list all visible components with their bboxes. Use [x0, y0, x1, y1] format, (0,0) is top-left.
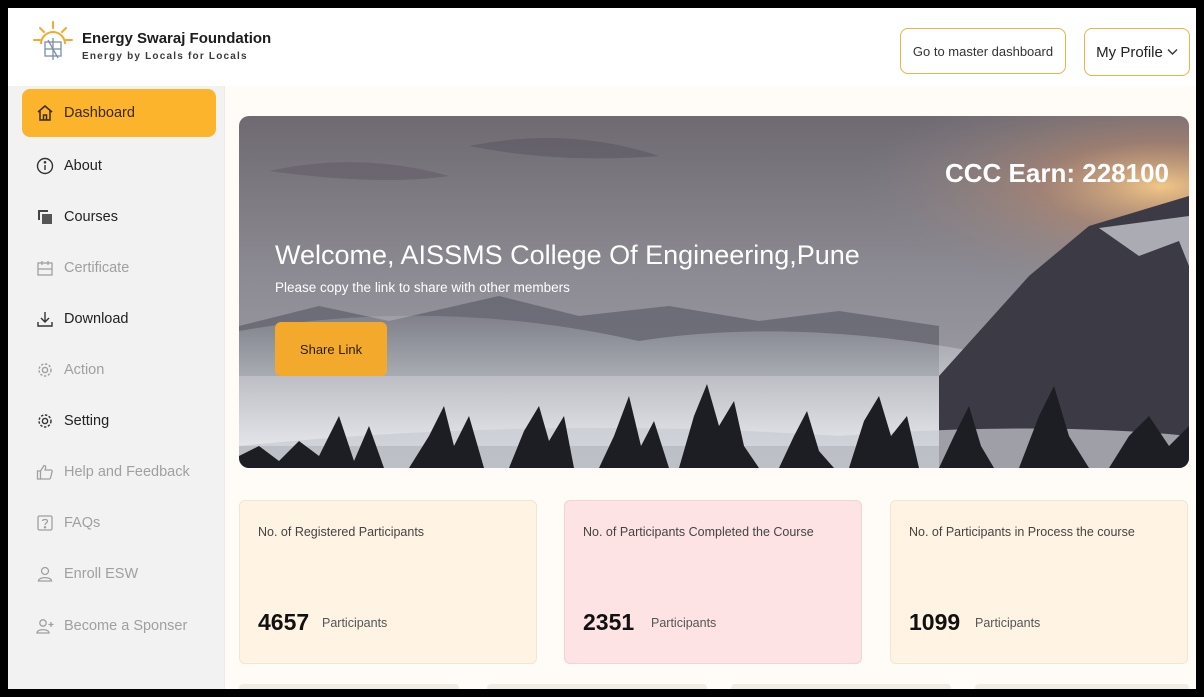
sidebar: Dashboard About Courses Certificate Down… [8, 86, 224, 689]
stat-title: No. of Participants in Process the cours… [909, 525, 1135, 539]
welcome-heading: Welcome, AISSMS College Of Engineering,P… [275, 240, 860, 270]
brand-tagline: Energy by Locals for Locals [82, 51, 248, 62]
sidebar-item-enroll-esw[interactable]: Enroll ESW [22, 550, 216, 598]
sidebar-item-about[interactable]: About [22, 142, 216, 190]
download-icon [36, 310, 54, 328]
sidebar-item-become-sponsor[interactable]: Become a Sponser [22, 602, 216, 650]
gear-icon [36, 361, 54, 379]
stat-unit: Participants [322, 616, 388, 630]
sidebar-item-label: Courses [64, 209, 118, 225]
courses-icon [36, 208, 54, 226]
chevron-down-icon [1167, 49, 1178, 55]
gear-icon [36, 412, 54, 430]
sidebar-item-help-feedback[interactable]: Help and Feedback [22, 448, 216, 496]
sidebar-item-faqs[interactable]: FAQs [22, 499, 216, 547]
sidebar-item-label: About [64, 158, 102, 174]
sidebar-item-download[interactable]: Download [22, 295, 216, 343]
user-icon [36, 565, 54, 583]
sidebar-item-label: Become a Sponser [64, 618, 188, 634]
info-icon [36, 157, 54, 175]
sidebar-item-label: Certificate [64, 260, 130, 276]
welcome-banner: CCC Earn: 228100 Welcome, AISSMS College… [239, 116, 1189, 468]
sun-logo-icon [33, 21, 73, 60]
main-content: CCC Earn: 228100 Welcome, AISSMS College… [224, 86, 1196, 689]
stat-title: No. of Registered Participants [258, 525, 425, 539]
sidebar-item-courses[interactable]: Courses [22, 193, 216, 241]
my-profile-button[interactable]: My Profile [1084, 28, 1190, 76]
app-window: Energy Swaraj Foundation Energy by Local… [8, 8, 1196, 689]
sidebar-item-label: FAQs [64, 515, 101, 531]
sidebar-item-dashboard[interactable]: Dashboard [22, 89, 216, 137]
stat-card-registered: No. of Registered Participants 4657 Part… [239, 500, 537, 664]
stat-card-completed: No. of Participants Completed the Course… [564, 500, 862, 664]
share-link-label: Share Link [299, 341, 363, 357]
stat-value: 2351 [583, 609, 635, 635]
stat-unit: Participants [975, 616, 1041, 630]
sidebar-item-setting[interactable]: Setting [22, 397, 216, 445]
my-profile-label: My Profile [1096, 43, 1163, 61]
sidebar-item-label: Help and Feedback [64, 464, 190, 480]
master-dashboard-button[interactable]: Go to master dashboard [900, 28, 1066, 74]
stat-value: 4657 [258, 609, 310, 635]
sidebar-item-label: Dashboard [64, 105, 135, 121]
next-row-card [487, 684, 707, 689]
sidebar-item-label: Enroll ESW [64, 566, 139, 582]
top-bar: Energy Swaraj Foundation Energy by Local… [8, 8, 1196, 86]
home-icon [36, 104, 54, 122]
next-row-card [731, 684, 951, 689]
stat-card-in-process: No. of Participants in Process the cours… [890, 500, 1188, 664]
sidebar-item-action[interactable]: Action [22, 346, 216, 394]
stat-title: No. of Participants Completed the Course [583, 525, 814, 539]
sidebar-item-label: Action [64, 362, 105, 378]
add-user-icon [36, 617, 54, 635]
stat-unit: Participants [651, 616, 717, 630]
next-row-card [239, 684, 459, 689]
sidebar-item-certificate[interactable]: Certificate [22, 244, 216, 292]
question-icon [36, 514, 54, 532]
master-dashboard-label: Go to master dashboard [912, 43, 1054, 59]
share-link-button[interactable]: Share Link [275, 322, 387, 376]
sidebar-item-label: Setting [64, 413, 110, 429]
stat-value: 1099 [909, 609, 961, 635]
thumbs-up-icon [36, 463, 54, 481]
sidebar-item-label: Download [64, 311, 129, 327]
welcome-subtitle: Please copy the link to share with other… [275, 280, 570, 295]
certificate-icon [36, 259, 54, 277]
next-row-card [975, 684, 1189, 689]
brand-name: Energy Swaraj Foundation [82, 30, 272, 47]
ccc-earn-value: CCC Earn: 228100 [945, 158, 1169, 188]
